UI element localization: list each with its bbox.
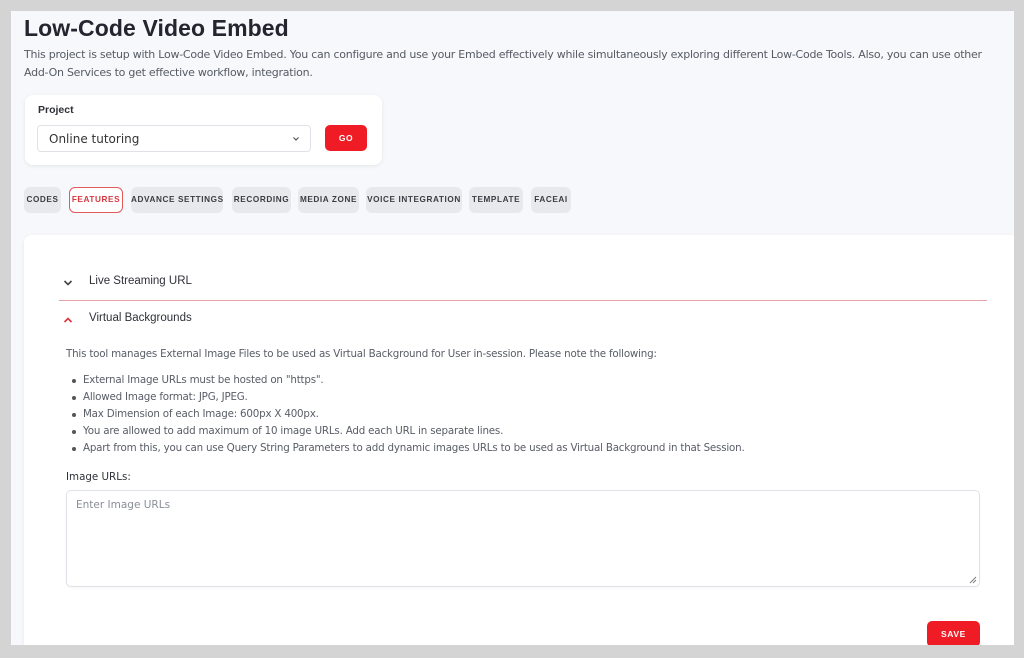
accordion-label: Virtual Backgrounds xyxy=(89,312,192,324)
chevron-up-icon xyxy=(63,317,73,323)
go-button[interactable]: GO xyxy=(325,125,367,151)
resize-handle-icon[interactable] xyxy=(969,576,977,584)
virtual-backgrounds-description: This tool manages External Image Files t… xyxy=(66,348,657,360)
features-panel: Live Streaming URL Virtual Backgrounds T… xyxy=(24,235,1014,645)
tab-template[interactable]: TEMPLATE xyxy=(469,187,523,213)
tab-advance-settings[interactable]: ADVANCE SETTINGS xyxy=(131,187,223,213)
tab-voice-integration[interactable]: VOICE INTEGRATION xyxy=(366,187,462,213)
note-item: Allowed Image format: JPG, JPEG. xyxy=(72,389,745,406)
accordion-label: Live Streaming URL xyxy=(89,275,192,287)
page-intro: This project is setup with Low-Code Vide… xyxy=(24,48,982,79)
tab-features[interactable]: FEATURES xyxy=(69,187,123,213)
image-urls-placeholder: Enter Image URLs xyxy=(76,499,171,511)
project-select[interactable]: Online tutoring xyxy=(37,125,311,152)
accordion-live-streaming-url[interactable]: Live Streaming URL xyxy=(59,265,987,301)
project-select-value: Online tutoring xyxy=(49,132,140,146)
note-item: You are allowed to add maximum of 10 ima… xyxy=(72,423,745,440)
project-label: Project xyxy=(38,104,74,116)
chevron-down-icon xyxy=(63,280,73,286)
chevron-down-icon xyxy=(293,137,299,141)
page-title: Low-Code Video Embed xyxy=(24,15,289,41)
image-urls-label: Image URLs: xyxy=(66,471,131,483)
project-card: Project Online tutoring GO xyxy=(25,95,382,165)
tab-recording[interactable]: RECORDING xyxy=(232,187,291,213)
page: Low-Code Video Embed This project is set… xyxy=(11,11,1014,645)
note-item: Apart from this, you can use Query Strin… xyxy=(72,440,745,457)
note-item: Max Dimension of each Image: 600px X 400… xyxy=(72,406,745,423)
tab-media-zone[interactable]: MEDIA ZONE xyxy=(298,187,359,213)
note-item: External Image URLs must be hosted on "h… xyxy=(72,372,745,389)
tab-faceai[interactable]: FACEAI xyxy=(531,187,571,213)
image-urls-textarea[interactable]: Enter Image URLs xyxy=(66,490,980,587)
virtual-backgrounds-notes: External Image URLs must be hosted on "h… xyxy=(72,372,745,457)
tab-codes[interactable]: CODES xyxy=(24,187,61,213)
save-button[interactable]: SAVE xyxy=(927,621,980,645)
accordion-virtual-backgrounds[interactable]: Virtual Backgrounds xyxy=(59,302,987,338)
